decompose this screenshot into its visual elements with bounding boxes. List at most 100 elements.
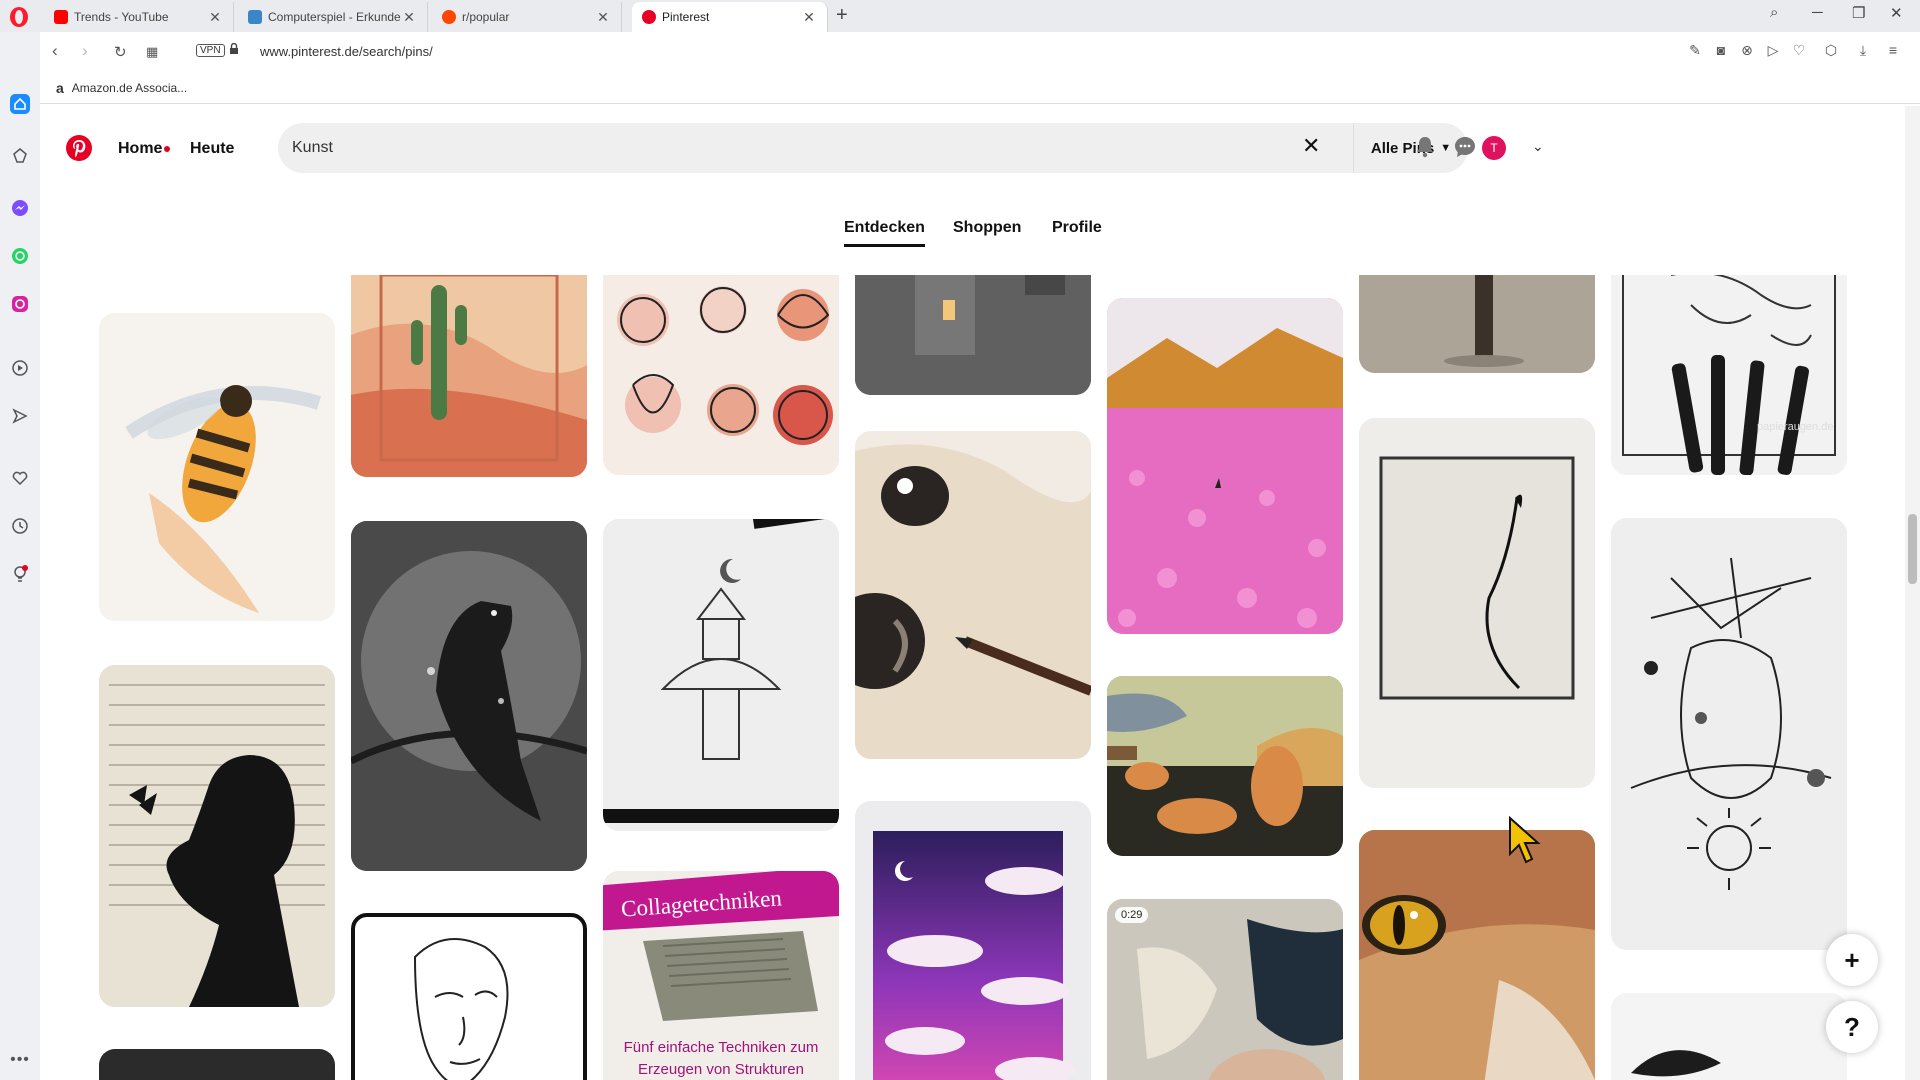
minimize-icon[interactable]: ─	[1812, 4, 1823, 21]
pin-flower-field[interactable]	[1107, 298, 1343, 634]
add-pin-button[interactable]: +	[1826, 934, 1878, 986]
surreal-cats-image	[1107, 676, 1343, 856]
back-icon[interactable]: ‹	[52, 41, 58, 61]
close-window-icon[interactable]: ✕	[1890, 4, 1903, 22]
pin-wooden-post[interactable]	[1359, 275, 1595, 373]
pin-mushroom-house-drawing[interactable]	[603, 519, 839, 831]
pinterest-logo-icon[interactable]	[66, 135, 92, 161]
send-flow-icon[interactable]	[10, 406, 30, 426]
cat-eye-image	[1359, 830, 1595, 1080]
crypto-wallet-icon[interactable]	[10, 146, 30, 166]
reload-icon[interactable]: ↻	[114, 43, 127, 61]
tabs-grid-icon[interactable]: ▦	[146, 44, 158, 60]
texture-video-image	[1107, 899, 1343, 1080]
reddit-favicon-icon	[442, 10, 456, 24]
mushroom-house-image	[603, 519, 839, 831]
send-icon[interactable]: ▷	[1764, 42, 1782, 60]
snapshot-icon[interactable]: ✎	[1686, 42, 1704, 60]
lock-icon[interactable]	[229, 43, 239, 54]
history-clock-icon[interactable]	[10, 516, 30, 536]
messages-icon[interactable]	[1453, 135, 1477, 159]
close-tab-icon[interactable]: ✕	[595, 9, 611, 26]
close-tab-icon[interactable]: ✕	[207, 9, 223, 26]
search-tabs: Entdecken Shoppen Profile	[40, 193, 1910, 275]
video-duration-badge: 0:29	[1115, 907, 1149, 923]
bookmarks-heart-icon[interactable]	[10, 468, 30, 488]
tab-title: Trends - YouTube	[74, 10, 169, 24]
flowers-image	[603, 275, 839, 475]
pin-filter-dropdown[interactable]: Alle Pins ▼	[1353, 123, 1468, 173]
pin-bird-on-branch[interactable]	[351, 521, 587, 871]
new-tab-icon[interactable]: +	[836, 4, 848, 27]
pin-house-miniature[interactable]	[855, 275, 1091, 395]
easy-setup-menu-icon[interactable]: ≡	[1884, 42, 1902, 60]
search-input[interactable]	[292, 123, 1292, 173]
forward-icon[interactable]: ›	[82, 41, 88, 61]
pin-collagetechniken[interactable]: Collagetechniken Fünf einfache Techniken…	[603, 871, 839, 1080]
adblock-icon[interactable]: ⊗	[1738, 42, 1756, 60]
pinterest-header: Home Heute ✕ Alle Pins ▼ T ⌄	[40, 105, 1910, 193]
cloud-canvas-image	[855, 801, 1091, 1080]
whatsapp-icon[interactable]	[10, 246, 30, 266]
notifications-bell-icon[interactable]	[1413, 135, 1437, 159]
extensions-cube-icon[interactable]: ⬡	[1822, 42, 1840, 60]
pin-dark-artwork[interactable]	[99, 1049, 335, 1080]
pin-pen-drawing-hands[interactable]: papieraugen.de	[1611, 275, 1847, 475]
pin-watercolor-bee[interactable]	[99, 313, 335, 621]
vpn-badge[interactable]: VPN	[196, 44, 225, 57]
minimal-line-image	[1359, 418, 1595, 788]
camera-icon[interactable]: ◙	[1712, 42, 1730, 60]
scrollbar-thumb[interactable]	[1908, 514, 1917, 584]
page-scrollbar[interactable]	[1905, 106, 1920, 1080]
close-tab-icon[interactable]: ✕	[801, 9, 817, 26]
mouse-cursor-icon	[1509, 816, 1541, 864]
silhouette-image	[99, 665, 335, 1007]
pin-pink-cloud-canvas[interactable]	[855, 801, 1091, 1080]
nav-today-link[interactable]: Heute	[190, 140, 234, 158]
home-speed-dial-icon[interactable]	[10, 94, 30, 114]
tab-reddit[interactable]: r/popular ✕	[432, 2, 622, 32]
pin-sketch-hands-planets[interactable]	[1611, 518, 1847, 950]
bookmark-amazon[interactable]: a Amazon.de Associa...	[56, 80, 187, 96]
sketch-hands-image	[1611, 518, 1847, 950]
messenger-icon[interactable]	[10, 198, 30, 218]
help-button[interactable]: ?	[1826, 1001, 1878, 1053]
tips-lightbulb-icon[interactable]	[10, 564, 30, 584]
search-tabs-icon[interactable]: ⌕	[1770, 4, 1778, 21]
notification-dot	[164, 146, 171, 152]
wooden-post-image	[1359, 275, 1595, 373]
tab-title: Pinterest	[662, 10, 710, 24]
pin-flower-doodles[interactable]	[603, 275, 839, 475]
nav-home-link[interactable]: Home	[118, 140, 171, 158]
clear-search-icon[interactable]: ✕	[1302, 133, 1320, 159]
opera-logo-icon[interactable]	[8, 6, 30, 28]
tab-youtube[interactable]: Trends - YouTube ✕	[44, 2, 234, 32]
pin-silhouette-woman[interactable]	[99, 665, 335, 1007]
pin-line-art-face[interactable]	[351, 913, 587, 1080]
pinterest-favicon-icon	[642, 10, 656, 24]
url-field[interactable]: www.pinterest.de/search/pins/	[260, 44, 433, 59]
download-icon[interactable]: ⤓	[1854, 42, 1872, 60]
account-chevron-down-icon[interactable]: ⌄	[1532, 138, 1544, 155]
tab-entdecken[interactable]: Entdecken	[844, 219, 925, 247]
pin-ink-splash[interactable]	[1611, 993, 1847, 1080]
pin-texture-video[interactable]: 0:29	[1107, 899, 1343, 1080]
close-tab-icon[interactable]: ✕	[401, 9, 417, 26]
watermark-label: papieraugen.de	[1757, 421, 1834, 433]
pin-desert-cactus[interactable]	[351, 275, 587, 477]
restore-icon[interactable]: ❐	[1852, 4, 1865, 22]
pin-dog-painting[interactable]	[855, 431, 1091, 759]
pin-cat-eye-painting[interactable]	[1359, 830, 1595, 1080]
pin-surreal-cats-painting[interactable]	[1107, 676, 1343, 856]
tab-profile[interactable]: Profile	[1052, 219, 1102, 237]
tab-computerspiel[interactable]: Computerspiel - Erkunden ✕	[238, 2, 428, 32]
pen-drawing-image	[1611, 275, 1847, 475]
tab-pinterest[interactable]: Pinterest ✕	[632, 2, 828, 32]
player-icon[interactable]	[10, 358, 30, 378]
profile-avatar[interactable]: T	[1482, 136, 1506, 160]
sidebar-more-icon[interactable]: •••	[10, 1050, 30, 1070]
favorite-heart-icon[interactable]: ♡	[1790, 42, 1808, 60]
pin-minimal-line-canvas[interactable]	[1359, 418, 1595, 788]
tab-shoppen[interactable]: Shoppen	[953, 219, 1021, 237]
instagram-icon[interactable]	[10, 294, 30, 314]
